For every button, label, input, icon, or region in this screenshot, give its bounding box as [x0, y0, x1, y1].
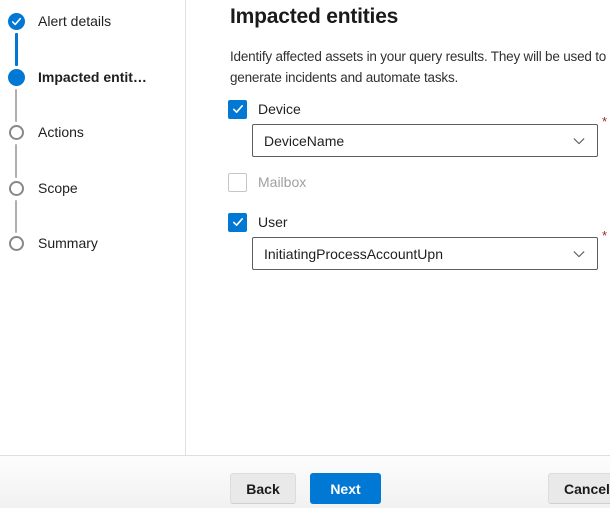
cancel-button[interactable]: Cancel: [548, 473, 610, 504]
device-field-dropdown[interactable]: DeviceName: [252, 124, 598, 157]
checkmark-icon: [232, 103, 244, 115]
mailbox-checkbox-disabled-icon: [228, 173, 247, 192]
device-checkbox-row[interactable]: Device: [228, 99, 301, 119]
user-field-dropdown[interactable]: InitiatingProcessAccountUpn: [252, 237, 598, 270]
wizard-panel: Alert details Impacted entit… Actions Sc…: [0, 0, 610, 508]
page-description: Identify affected assets in your query r…: [230, 46, 610, 88]
checkmark-icon: [11, 16, 22, 27]
step-upcoming-icon: [9, 125, 24, 140]
checkmark-icon: [232, 216, 244, 228]
user-checkbox-checked-icon[interactable]: [228, 213, 247, 232]
stepper-step-alert-details[interactable]: Alert details: [8, 12, 111, 30]
required-marker: *: [602, 228, 607, 243]
step-label: Actions: [38, 124, 84, 140]
stepper-step-impacted-entities[interactable]: Impacted entit…: [8, 68, 147, 86]
device-checkbox-checked-icon[interactable]: [228, 100, 247, 119]
wizard-stepper-sidebar: Alert details Impacted entit… Actions Sc…: [0, 0, 186, 455]
stepper-step-summary[interactable]: Summary: [8, 234, 98, 252]
step-label: Scope: [38, 180, 78, 196]
user-field-value: InitiatingProcessAccountUpn: [264, 246, 443, 262]
chevron-down-icon: [572, 134, 586, 148]
mailbox-checkbox-row: Mailbox: [228, 172, 306, 192]
back-button[interactable]: Back: [230, 473, 296, 504]
user-checkbox-row[interactable]: User: [228, 212, 288, 232]
required-marker: *: [602, 114, 607, 129]
step-connector: [15, 89, 17, 122]
user-checkbox-label: User: [258, 214, 288, 230]
page-title: Impacted entities: [230, 5, 398, 29]
step-label: Summary: [38, 235, 98, 251]
next-button[interactable]: Next: [310, 473, 381, 504]
step-label: Impacted entit…: [38, 69, 147, 85]
mailbox-checkbox-label: Mailbox: [258, 174, 306, 190]
wizard-footer: Back Next Cancel: [0, 455, 610, 508]
step-upcoming-icon: [9, 181, 24, 196]
step-current-icon: [8, 69, 25, 86]
step-upcoming-icon: [9, 236, 24, 251]
stepper-step-scope[interactable]: Scope: [8, 179, 78, 197]
step-connector: [15, 144, 17, 178]
step-label: Alert details: [38, 13, 111, 29]
chevron-down-icon: [572, 247, 586, 261]
step-connector: [15, 200, 17, 233]
device-checkbox-label: Device: [258, 101, 301, 117]
step-connector: [15, 33, 18, 66]
step-completed-icon: [8, 13, 25, 30]
device-field-value: DeviceName: [264, 133, 344, 149]
stepper-step-actions[interactable]: Actions: [8, 123, 84, 141]
